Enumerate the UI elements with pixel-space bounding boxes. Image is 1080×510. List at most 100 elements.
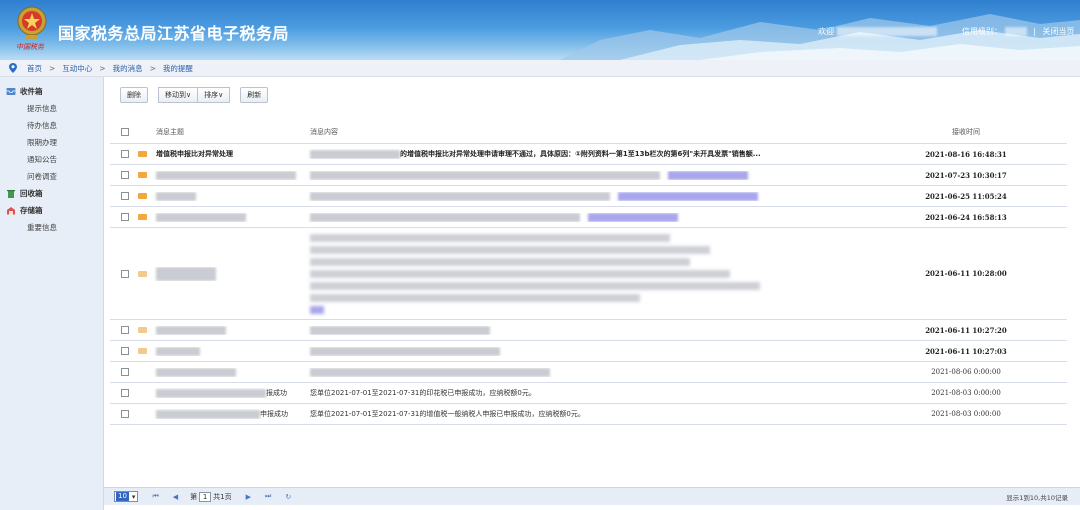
row-checkbox[interactable] [121, 389, 129, 397]
table-row[interactable]: 2021-06-11 10:27:20 [110, 320, 1067, 341]
message-content[interactable] [306, 191, 866, 201]
page-size-value: 10 [116, 492, 129, 501]
location-pin-icon [9, 63, 17, 73]
row-checkbox[interactable] [121, 150, 129, 158]
message-subject[interactable] [152, 325, 306, 335]
table-row[interactable]: 2021-07-23 10:30:17 [110, 165, 1067, 186]
sidebar-item-notice[interactable]: 通知公告 [0, 151, 103, 168]
message-time: 2021-06-11 10:28:00 [925, 269, 1007, 278]
sidebar-recycle-label: 回收箱 [20, 189, 43, 198]
sidebar-recycle[interactable]: 回收箱 [0, 185, 103, 202]
page-label-pre: 第 [190, 492, 198, 501]
breadcrumb-messages[interactable]: 我的消息 [113, 63, 143, 74]
sidebar-item-label: 问卷调查 [27, 172, 57, 181]
row-checkbox[interactable] [121, 368, 129, 376]
redacted-credit [1004, 27, 1027, 36]
page-number-input[interactable]: 1 [199, 491, 212, 502]
message-content[interactable]: 的增值税申报比对异常处理申请审理不通过，具体原因：①附列资料一第1至13b栏次的… [306, 149, 866, 159]
message-subject[interactable] [152, 212, 306, 222]
message-time: 2021-06-11 10:27:20 [925, 325, 1007, 335]
table-row[interactable]: 增值税申报比对异常处理 的增值税申报比对异常处理申请审理不通过，具体原因：①附列… [110, 144, 1067, 165]
message-content[interactable] [306, 367, 866, 377]
sidebar-item-survey[interactable]: 问卷调查 [0, 168, 103, 185]
table-row[interactable]: 申报成功 您单位2021-07-01至2021-07-31的增值税一般纳税人申报… [110, 404, 1067, 425]
refresh-button[interactable]: 刷新 [240, 87, 269, 103]
message-content[interactable] [306, 325, 866, 335]
breadcrumb-reminders[interactable]: 我的提醒 [163, 63, 193, 74]
message-content[interactable] [306, 212, 866, 222]
message-subject[interactable] [152, 170, 306, 180]
inbox-icon [6, 88, 16, 95]
message-subject[interactable] [152, 191, 306, 201]
breadcrumb-home[interactable]: 首页 [27, 63, 42, 74]
redacted-text [156, 367, 236, 377]
page-label-post: 共1页 [213, 492, 232, 501]
message-time: 2021-08-06 0:00:00 [931, 368, 1001, 376]
message-time: 2021-08-03 0:00:00 [931, 410, 1001, 418]
message-subject[interactable]: 申报成功 [152, 409, 306, 419]
breadcrumb: 首页 > 互动中心 > 我的消息 > 我的提醒 [0, 60, 1080, 77]
storage-box-icon [7, 207, 15, 215]
unread-envelope-icon [137, 327, 147, 333]
message-time: 2021-08-16 16:48:31 [925, 149, 1007, 159]
redacted-text [156, 388, 266, 398]
next-page-icon[interactable]: ▶ [246, 493, 251, 501]
message-subject[interactable] [152, 367, 306, 377]
table-row[interactable]: 2021-06-25 11:05:24 [110, 186, 1067, 207]
redacted-text [310, 257, 690, 266]
sidebar-item-label: 限期办理 [27, 138, 57, 147]
message-subject[interactable] [152, 346, 306, 356]
sort-button[interactable]: 排序∨ [198, 87, 231, 103]
move-to-button[interactable]: 移动到∨ [158, 87, 199, 103]
first-page-icon[interactable]: ⏮ [152, 492, 158, 501]
sidebar-inbox-label: 收件箱 [20, 87, 43, 96]
refresh-icon[interactable]: ↻ [285, 493, 291, 501]
row-checkbox[interactable] [121, 326, 129, 334]
sidebar-item-tips[interactable]: 提示信息 [0, 100, 103, 117]
table-row[interactable]: 2021-06-11 10:28:00 [110, 228, 1067, 320]
message-content[interactable] [306, 170, 866, 180]
sidebar-item-deadline[interactable]: 限期办理 [0, 134, 103, 151]
redacted-text [156, 409, 260, 419]
redacted-text [310, 281, 760, 290]
row-checkbox[interactable] [121, 213, 129, 221]
message-table: 消息主题 消息内容 接收时间 增值税申报比对异常处理 的增值税申报比对异常处理申… [110, 121, 1067, 425]
table-header: 消息主题 消息内容 接收时间 [110, 121, 1067, 144]
tax-emblem-icon [17, 6, 47, 39]
delete-button[interactable]: 删除 [120, 87, 148, 103]
message-content[interactable]: 您单位2021-07-01至2021-07-31的印花税已申报成功，应纳税额0元… [306, 388, 866, 398]
last-page-icon[interactable]: ⏭ [265, 492, 271, 501]
toolbar: 删除 移动到∨ 排序∨ 刷新 [120, 87, 269, 103]
sidebar-item-todo[interactable]: 待办信息 [0, 117, 103, 134]
row-checkbox[interactable] [121, 410, 129, 418]
message-content[interactable]: 您单位2021-07-01至2021-07-31的增值税一般纳税人申报已申报成功… [306, 409, 866, 419]
table-row[interactable]: 2021-08-06 0:00:00 [110, 362, 1067, 383]
redacted-text [156, 212, 246, 222]
redacted-text [310, 293, 640, 302]
redacted-username [836, 27, 937, 36]
sidebar-saved[interactable]: 存储箱 [0, 202, 103, 219]
sidebar-item-important[interactable]: 重要信息 [0, 219, 103, 236]
page-size-select[interactable]: 10 ▾ [114, 491, 139, 502]
sidebar-inbox[interactable]: 收件箱 [0, 83, 103, 100]
row-checkbox[interactable] [121, 347, 129, 355]
welcome-label: 欢迎 [818, 27, 834, 36]
row-checkbox[interactable] [121, 171, 129, 179]
row-checkbox[interactable] [121, 269, 129, 278]
table-row[interactable]: 2021-06-24 16:58:13 [110, 207, 1067, 228]
redacted-text [310, 367, 550, 377]
redacted-text [156, 346, 200, 356]
close-page-link[interactable]: 关闭当页 [1042, 27, 1074, 36]
message-subject[interactable]: 增值税申报比对异常处理 [152, 149, 306, 159]
message-subject[interactable] [152, 266, 306, 281]
select-all-checkbox[interactable] [121, 128, 129, 136]
message-subject[interactable]: 报成功 [152, 388, 306, 398]
message-content[interactable] [306, 230, 866, 318]
message-content[interactable] [306, 346, 866, 356]
prev-page-icon[interactable]: ◀ [173, 493, 178, 501]
row-checkbox[interactable] [121, 192, 129, 200]
table-row[interactable]: 2021-06-11 10:27:03 [110, 341, 1067, 362]
message-subject-text: 报成功 [266, 389, 287, 397]
breadcrumb-interaction[interactable]: 互动中心 [62, 63, 92, 74]
table-row[interactable]: 报成功 您单位2021-07-01至2021-07-31的印花税已申报成功，应纳… [110, 383, 1067, 404]
